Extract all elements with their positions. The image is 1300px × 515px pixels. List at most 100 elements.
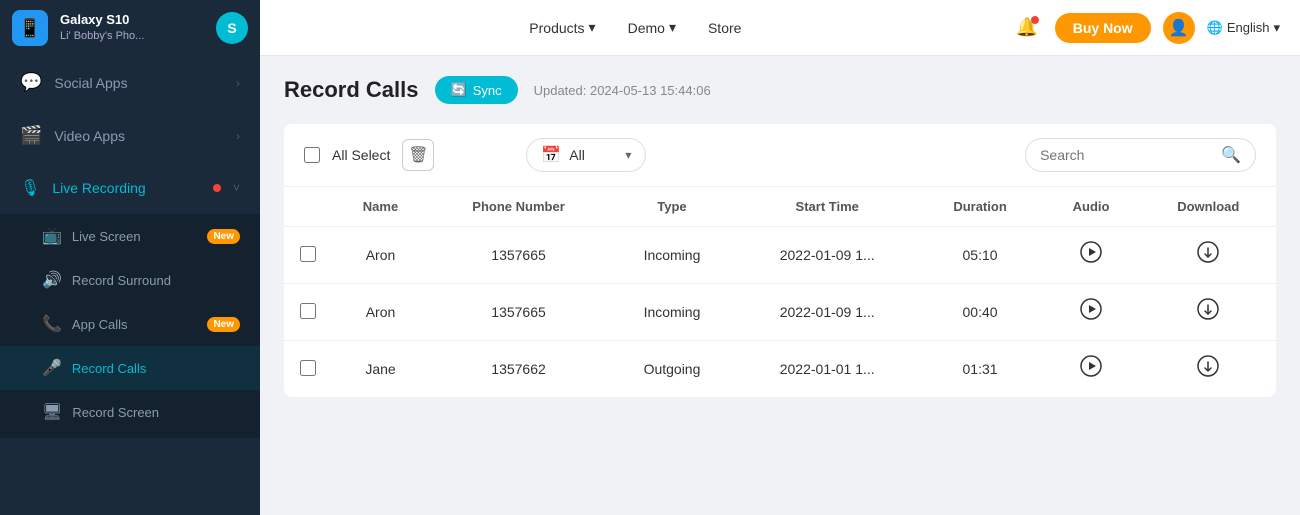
live-status-dot xyxy=(213,184,221,192)
row-checkbox-cell xyxy=(284,284,332,341)
calendar-icon: 📅 xyxy=(541,145,561,165)
cell-phone: 1357662 xyxy=(429,341,608,398)
sidebar-item-label: Social Apps xyxy=(54,75,224,91)
page-title: Record Calls xyxy=(284,77,419,103)
main-content: Record Calls 🔄 Sync Updated: 2024-05-13 … xyxy=(260,56,1300,515)
sidebar-sub-label: App Calls xyxy=(72,317,128,332)
sidebar-item-label: Video Apps xyxy=(54,128,224,144)
notification-bell[interactable]: 🔔 xyxy=(1011,12,1043,44)
live-screen-icon: 📺 xyxy=(42,226,62,246)
select-all-checkbox[interactable] xyxy=(304,147,320,163)
chevron-down-icon: ▾ xyxy=(625,148,631,162)
col-name: Name xyxy=(332,187,429,227)
search-icon[interactable]: 🔍 xyxy=(1221,145,1241,165)
nav-links: Products ▾ Demo ▾ Store xyxy=(529,19,741,36)
user-avatar[interactable]: 👤 xyxy=(1163,12,1195,44)
cell-download[interactable] xyxy=(1141,341,1276,398)
nav-store[interactable]: Store xyxy=(708,20,741,36)
chevron-right-icon: › xyxy=(236,76,240,90)
cell-audio[interactable] xyxy=(1042,227,1141,284)
table-row: Aron 1357665 Incoming 2022-01-09 1... 05… xyxy=(284,227,1276,284)
col-phone: Phone Number xyxy=(429,187,608,227)
globe-icon: 🌐 xyxy=(1207,20,1223,36)
delete-button[interactable]: 🗑 xyxy=(402,139,434,171)
nav-products[interactable]: Products ▾ xyxy=(529,19,595,36)
cell-type: Incoming xyxy=(608,227,736,284)
nav-demo[interactable]: Demo ▾ xyxy=(628,19,676,36)
sidebar-sub-label: Record Surround xyxy=(72,273,171,288)
cell-start-time: 2022-01-01 1... xyxy=(736,341,919,398)
cell-download[interactable] xyxy=(1141,284,1276,341)
sidebar-sub-label: Live Screen xyxy=(72,229,141,244)
play-button[interactable] xyxy=(1080,246,1102,268)
language-label: English xyxy=(1227,20,1270,35)
table-row: Jane 1357662 Outgoing 2022-01-01 1... 01… xyxy=(284,341,1276,398)
cell-duration: 05:10 xyxy=(919,227,1042,284)
sidebar-item-live-screen[interactable]: 📺 Live Screen New xyxy=(0,214,260,258)
sidebar-sub-label: Record Calls xyxy=(72,361,146,376)
sidebar-item-social-apps[interactable]: 💬 Social Apps › xyxy=(0,56,260,109)
cell-audio[interactable] xyxy=(1042,284,1141,341)
cell-start-time: 2022-01-09 1... xyxy=(736,284,919,341)
device-model: Galaxy S10 xyxy=(60,12,144,29)
chevron-down-icon: ▾ xyxy=(669,19,676,36)
nav-actions: 🔔 Buy Now 👤 🌐 English ▾ xyxy=(1011,12,1280,44)
chevron-right-icon: › xyxy=(236,129,240,143)
row-checkbox[interactable] xyxy=(300,360,316,376)
sidebar-item-app-calls[interactable]: 📞 App Calls New xyxy=(0,302,260,346)
table-toolbar: All Select 🗑 📅 All ▾ 🔍 xyxy=(284,124,1276,187)
sidebar-item-label: Live Recording xyxy=(52,180,201,196)
sync-icon: 🔄 xyxy=(451,82,467,98)
sync-avatar[interactable]: S xyxy=(216,12,248,44)
chevron-down-icon: ▾ xyxy=(589,19,596,36)
sidebar-item-record-screen[interactable]: 🖥 Record Screen xyxy=(0,390,260,434)
search-box: 🔍 xyxy=(1025,138,1256,172)
device-name: Li' Bobby's Pho... xyxy=(60,29,144,43)
cell-phone: 1357665 xyxy=(429,227,608,284)
filter-label: All xyxy=(569,147,585,163)
sidebar-item-record-surround[interactable]: 🔊 Record Surround xyxy=(0,258,260,302)
col-duration: Duration xyxy=(919,187,1042,227)
microphone-icon: 🎙 xyxy=(20,178,40,198)
brand-area: 📱 Galaxy S10 Li' Bobby's Pho... S xyxy=(0,0,260,56)
col-start-time: Start Time xyxy=(736,187,919,227)
download-button[interactable] xyxy=(1197,246,1219,268)
chevron-down-icon: ˅ xyxy=(233,181,240,195)
cell-name: Aron xyxy=(332,227,429,284)
download-button[interactable] xyxy=(1197,303,1219,325)
sidebar-item-record-calls[interactable]: 🎤 Record Calls xyxy=(0,346,260,390)
calls-table: Name Phone Number Type Start Time Durati… xyxy=(284,187,1276,397)
row-checkbox[interactable] xyxy=(300,246,316,262)
sidebar-sub-label: Record Screen xyxy=(72,405,159,420)
cell-download[interactable] xyxy=(1141,227,1276,284)
sidebar-item-video-apps[interactable]: 🎬 Video Apps › xyxy=(0,109,260,162)
notification-dot xyxy=(1031,16,1039,24)
chevron-down-icon: ▾ xyxy=(1273,20,1280,36)
cell-audio[interactable] xyxy=(1042,341,1141,398)
row-checkbox-cell xyxy=(284,227,332,284)
device-info: Galaxy S10 Li' Bobby's Pho... xyxy=(60,12,144,43)
cell-name: Jane xyxy=(332,341,429,398)
cell-type: Outgoing xyxy=(608,341,736,398)
type-filter[interactable]: 📅 All ▾ xyxy=(526,138,646,172)
data-card: All Select 🗑 📅 All ▾ 🔍 xyxy=(284,124,1276,397)
sync-label: Sync xyxy=(473,83,502,98)
language-selector[interactable]: 🌐 English ▾ xyxy=(1207,20,1280,36)
play-button[interactable] xyxy=(1080,360,1102,382)
sidebar-item-live-recording[interactable]: 🎙 Live Recording ˅ xyxy=(0,162,260,214)
device-icon: 📱 xyxy=(12,10,48,46)
cell-type: Incoming xyxy=(608,284,736,341)
cell-phone: 1357665 xyxy=(429,284,608,341)
search-input[interactable] xyxy=(1040,147,1221,163)
cell-start-time: 2022-01-09 1... xyxy=(736,227,919,284)
new-badge: New xyxy=(207,317,240,332)
app-calls-icon: 📞 xyxy=(42,314,62,334)
sync-button[interactable]: 🔄 Sync xyxy=(435,76,518,104)
live-recording-submenu: 📺 Live Screen New 🔊 Record Surround 📞 Ap… xyxy=(0,214,260,438)
play-button[interactable] xyxy=(1080,303,1102,325)
record-calls-icon: 🎤 xyxy=(42,358,62,378)
buy-now-button[interactable]: Buy Now xyxy=(1055,13,1151,43)
row-checkbox[interactable] xyxy=(300,303,316,319)
download-button[interactable] xyxy=(1197,360,1219,382)
col-audio: Audio xyxy=(1042,187,1141,227)
